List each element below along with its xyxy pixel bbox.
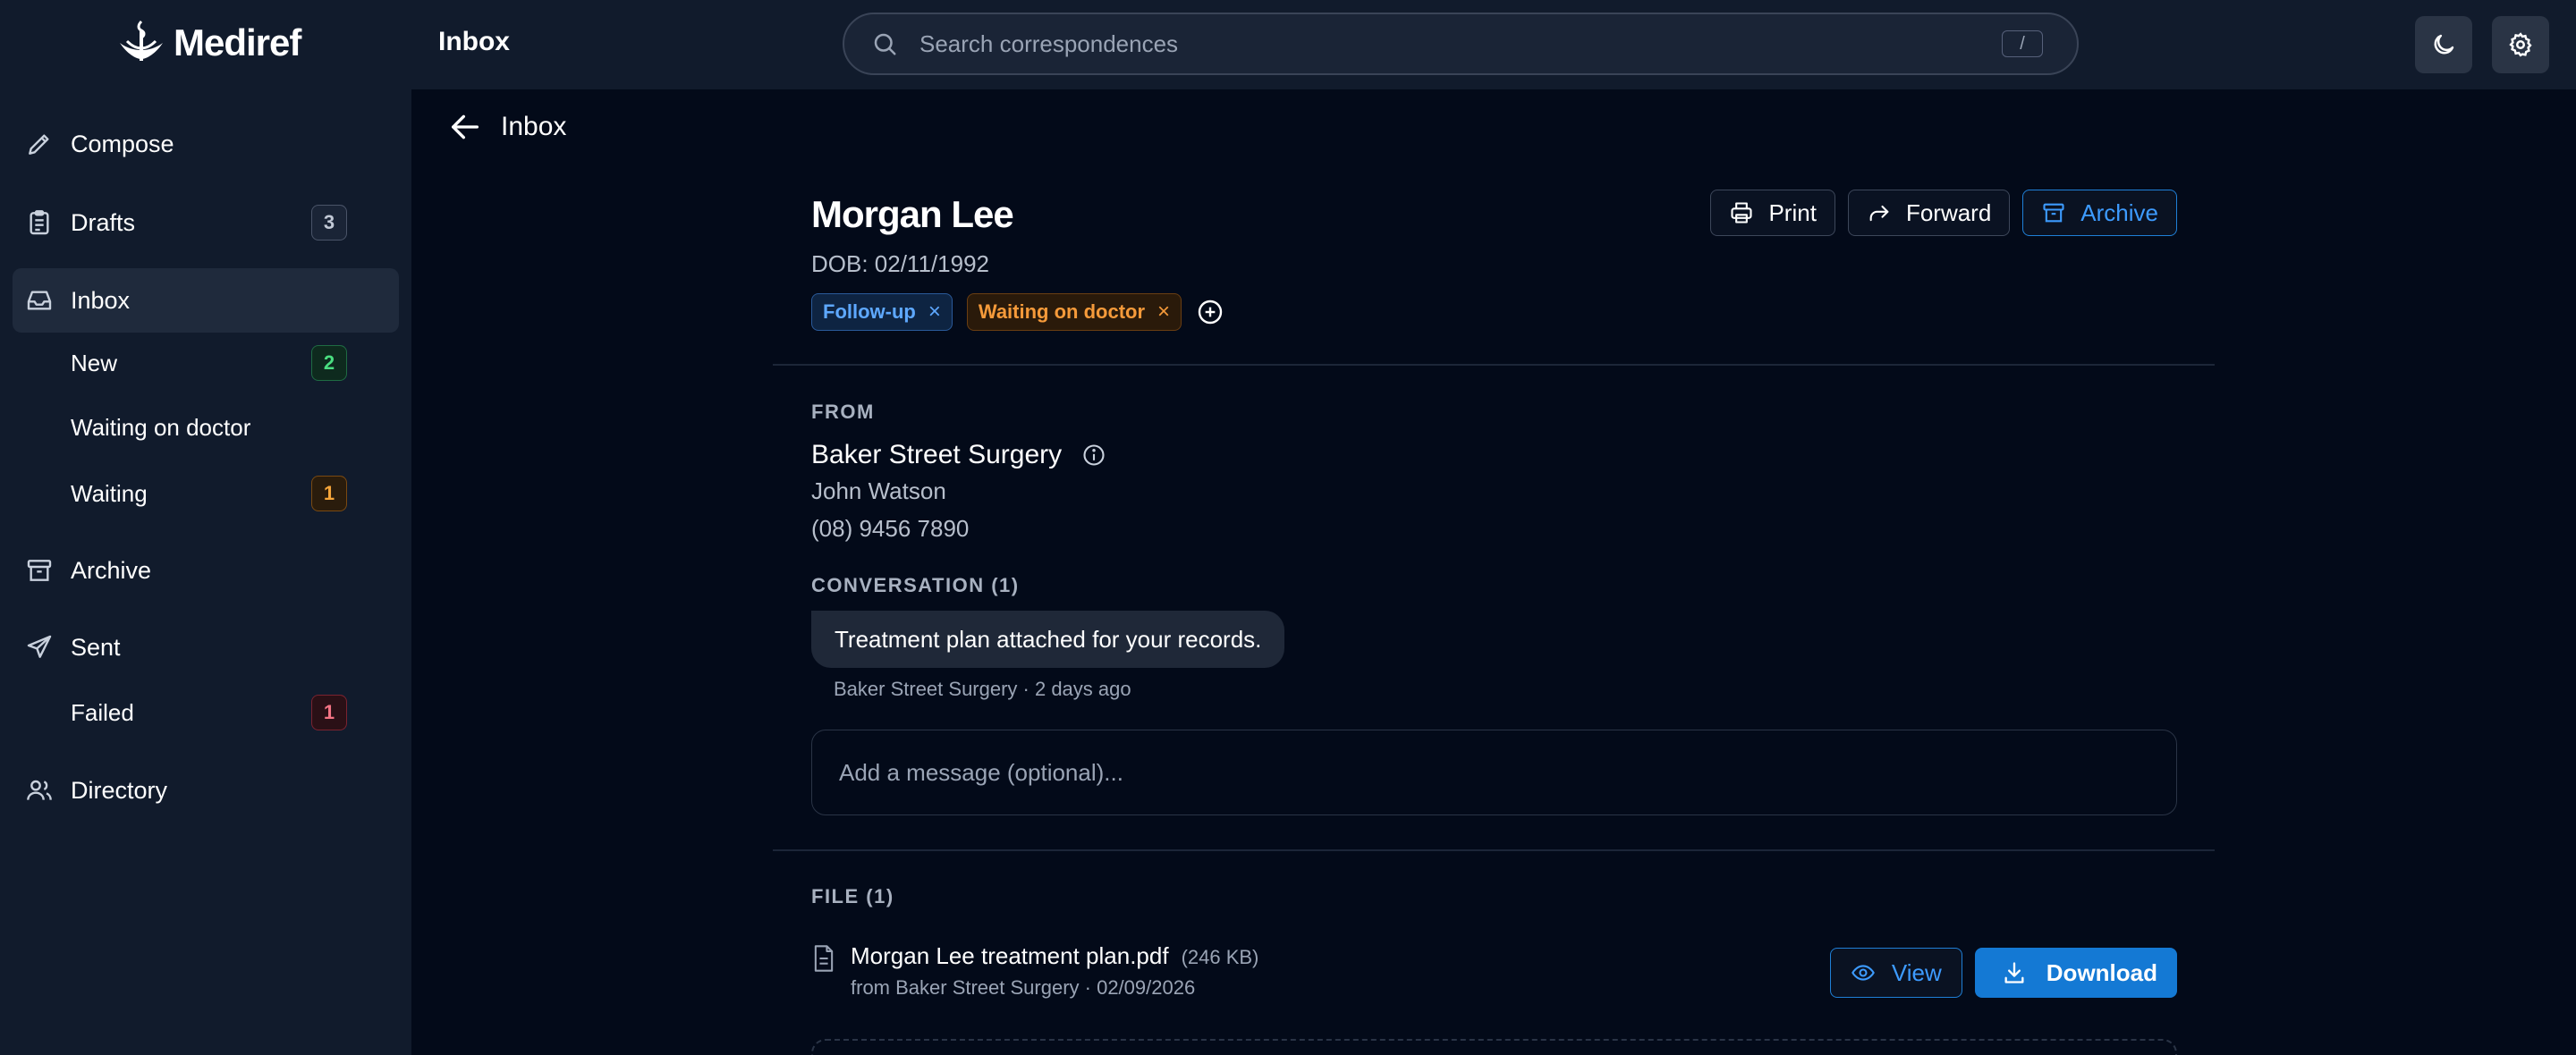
- send-icon: [27, 635, 52, 658]
- failed-count-badge: 1: [311, 695, 347, 730]
- practice-name: Baker Street Surgery: [811, 440, 1063, 469]
- inbox-icon: [27, 291, 52, 310]
- search-input[interactable]: Search correspondences: [919, 30, 2002, 58]
- moon-icon: [2434, 34, 2454, 55]
- sidebar-item-label: Inbox: [71, 286, 131, 314]
- sidebar-item-drafts[interactable]: Drafts 3: [13, 190, 399, 255]
- divider: [773, 849, 2215, 851]
- pencil-icon: [29, 134, 49, 155]
- waiting-count-badge: 1: [311, 476, 347, 511]
- tag-list: Follow-up × Waiting on doctor ×: [811, 293, 1224, 331]
- search-icon: [874, 33, 896, 55]
- caduceus-icon: [120, 20, 163, 61]
- sidebar-item-waiting-on-doctor[interactable]: Waiting on doctor: [13, 395, 399, 460]
- sidebar-item-compose[interactable]: Compose: [13, 112, 399, 176]
- sidebar-item-inbox[interactable]: Inbox: [13, 268, 399, 333]
- sidebar-item-label: Directory: [71, 776, 168, 804]
- app-name: Mediref: [174, 21, 301, 63]
- file-row: Morgan Lee treatment plan.pdf (246 KB) fr…: [811, 941, 2177, 1003]
- archive-button[interactable]: Archive: [2022, 190, 2177, 236]
- print-button[interactable]: Print: [1710, 190, 1835, 236]
- file-size: (246 KB): [1181, 946, 1259, 968]
- sidebar-item-directory[interactable]: Directory: [13, 758, 399, 823]
- file-meta: from Baker Street Surgery · 02/09/2026: [851, 976, 1196, 999]
- print-label: Print: [1768, 198, 1817, 226]
- tag-label: Waiting on doctor: [978, 300, 1146, 323]
- add-tag-button[interactable]: [1196, 298, 1224, 326]
- remove-tag-button[interactable]: ×: [1157, 300, 1170, 325]
- view-label: View: [1891, 958, 1942, 986]
- top-bar: Mediref Inbox Search correspondences /: [0, 0, 2576, 89]
- from-phone: (08) 9456 7890: [811, 515, 970, 542]
- drafts-count-badge: 3: [311, 205, 347, 241]
- tag-follow-up: Follow-up ×: [811, 293, 953, 331]
- message-bubble: Treatment plan attached for your records…: [811, 611, 1285, 668]
- archive-icon: [2043, 203, 2064, 223]
- file-name[interactable]: Morgan Lee treatment plan.pdf: [851, 942, 1169, 969]
- patient-dob: DOB: 02/11/1992: [811, 250, 989, 277]
- message-meta: Baker Street Surgery · 2 days ago: [834, 678, 1131, 700]
- search-shortcut-key: /: [2002, 30, 2043, 57]
- tag-label: Follow-up: [823, 300, 916, 323]
- tag-waiting-on-doctor: Waiting on doctor ×: [966, 293, 1182, 331]
- sidebar-item-archive[interactable]: Archive: [13, 538, 399, 603]
- sidebar-item-waiting[interactable]: Waiting 1: [13, 461, 399, 526]
- sidebar-item-label: Waiting on doctor: [71, 413, 251, 441]
- remove-tag-button[interactable]: ×: [928, 300, 941, 325]
- file-actions: View Download: [1829, 948, 2177, 998]
- clipboard-icon: [30, 210, 49, 235]
- sidebar-item-label: Drafts: [71, 208, 136, 236]
- download-file-button[interactable]: Download: [1974, 948, 2177, 998]
- sidebar: Compose Drafts 3 Inbox New 2 Waiting on …: [0, 89, 411, 1055]
- back-label: Inbox: [501, 112, 567, 141]
- sidebar-item-new[interactable]: New 2: [13, 331, 399, 395]
- file-section-label: FILE (1): [811, 885, 894, 907]
- from-section-label: FROM: [811, 401, 875, 423]
- file-name-line: Morgan Lee treatment plan.pdf (246 KB): [851, 942, 1258, 970]
- back-to-inbox-link[interactable]: Inbox: [447, 109, 566, 145]
- sidebar-item-failed[interactable]: Failed 1: [13, 680, 399, 745]
- patient-name: Morgan Lee: [811, 193, 1014, 235]
- info-icon[interactable]: [1081, 443, 1106, 468]
- file-dropzone[interactable]: [811, 1039, 2177, 1055]
- message-input[interactable]: Add a message (optional)...: [811, 730, 2177, 815]
- archive-label: Archive: [2080, 198, 2158, 226]
- new-count-badge: 2: [311, 345, 347, 381]
- from-practice: Baker Street Surgery: [811, 440, 1106, 470]
- from-doctor: John Watson: [811, 477, 946, 504]
- theme-toggle-button[interactable]: [2415, 16, 2472, 73]
- download-icon: [2004, 962, 2024, 983]
- settings-button[interactable]: [2492, 16, 2549, 73]
- printer-icon: [1731, 202, 1753, 224]
- sidebar-item-label: Archive: [71, 556, 152, 584]
- search-bar[interactable]: Search correspondences /: [843, 13, 2079, 75]
- users-icon: [27, 780, 52, 800]
- archive-icon: [27, 560, 52, 581]
- forward-icon: [1869, 205, 1889, 222]
- forward-label: Forward: [1905, 198, 1992, 226]
- eye-icon: [1852, 965, 1875, 981]
- forward-button[interactable]: Forward: [1847, 190, 2011, 236]
- detail-actions: Print Forward Archive: [1710, 190, 2177, 236]
- sidebar-item-label: Waiting: [71, 479, 148, 507]
- sidebar-item-label: Compose: [71, 130, 174, 157]
- page-heading: Inbox: [438, 27, 510, 56]
- sidebar-item-label: New: [71, 349, 118, 376]
- plus-circle-icon: [1198, 300, 1223, 325]
- download-label: Download: [2046, 958, 2157, 986]
- divider: [773, 364, 2215, 366]
- app-logo[interactable]: Mediref: [114, 16, 301, 70]
- view-file-button[interactable]: View: [1829, 948, 1962, 998]
- conversation-section-label: CONVERSATION (1): [811, 574, 1020, 596]
- arrow-left-icon: [452, 114, 479, 139]
- sidebar-item-label: Sent: [71, 633, 121, 661]
- file-icon: [814, 945, 834, 972]
- gear-icon: [2509, 32, 2532, 57]
- sidebar-item-sent[interactable]: Sent: [13, 615, 399, 679]
- sidebar-item-label: Failed: [71, 698, 134, 726]
